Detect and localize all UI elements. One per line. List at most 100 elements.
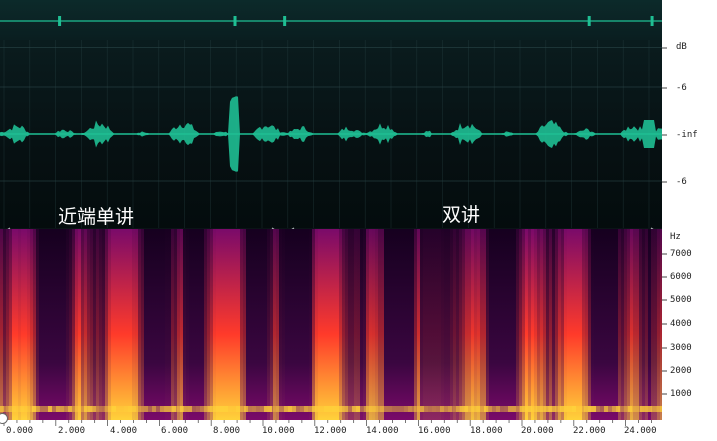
spectro-column xyxy=(222,229,225,420)
spectro-formant xyxy=(504,406,508,412)
spectro-formant xyxy=(152,406,156,412)
time-label: 10.000 xyxy=(262,426,295,436)
spectro-column xyxy=(21,229,24,420)
spectro-formant xyxy=(108,406,112,412)
spectro-formant xyxy=(220,406,224,412)
spectro-formant xyxy=(412,406,416,412)
spectro-column xyxy=(267,229,270,420)
spectro-formant xyxy=(188,406,192,412)
spectro-formant xyxy=(564,406,568,412)
spectro-formant xyxy=(552,406,556,412)
spectro-formant xyxy=(76,406,80,412)
spectro-formant xyxy=(104,406,108,412)
spectro-column xyxy=(630,229,633,420)
spectro-formant xyxy=(240,406,244,412)
spectro-column xyxy=(474,229,477,420)
spectro-formant xyxy=(624,406,628,412)
spectro-column xyxy=(471,229,474,420)
spectro-formant xyxy=(372,406,376,412)
spectro-column xyxy=(651,229,654,420)
overview-peak xyxy=(283,16,287,26)
spectro-formant xyxy=(208,406,212,412)
spectro-column xyxy=(0,229,3,420)
near-end-label: 近端单讲 xyxy=(58,206,135,228)
spectro-formant xyxy=(164,406,168,412)
spectro-formant xyxy=(440,406,444,412)
spectro-column xyxy=(456,229,459,420)
spectro-formant xyxy=(352,406,356,412)
spectro-column xyxy=(429,229,432,420)
spectro-column xyxy=(570,229,573,420)
spectro-column xyxy=(276,229,279,420)
spectro-column xyxy=(36,229,39,420)
spectro-formant xyxy=(408,406,412,412)
spectro-column xyxy=(417,229,420,420)
spectro-formant xyxy=(40,406,44,412)
spectro-formant xyxy=(56,406,60,412)
spectro-formant xyxy=(256,406,260,412)
spectro-formant xyxy=(652,406,656,412)
spectro-column xyxy=(321,229,324,420)
time-label: 4.000 xyxy=(110,426,138,436)
spectro-formant xyxy=(356,406,360,412)
time-ruler[interactable]: 0.000 2.000 4.000 6.000 8.000 10.000 12.… xyxy=(0,420,662,441)
spectro-column xyxy=(231,229,234,420)
spectro-column xyxy=(375,229,378,420)
spectro-column xyxy=(66,229,69,420)
spectro-column xyxy=(96,229,99,420)
waveform-panel[interactable] xyxy=(0,40,662,228)
spectro-column xyxy=(462,229,465,420)
spectro-formant xyxy=(568,406,572,412)
spectro-formant xyxy=(592,406,596,412)
overview-strip[interactable] xyxy=(0,0,662,41)
spectro-formant xyxy=(84,406,88,412)
spectro-formant xyxy=(280,406,284,412)
spectro-formant xyxy=(36,406,40,412)
overview-peak xyxy=(58,16,62,26)
time-label: 24.000 xyxy=(624,426,657,436)
spectro-formant xyxy=(316,406,320,412)
spectro-column xyxy=(483,229,486,420)
spectro-formant xyxy=(68,406,72,412)
spectro-formant xyxy=(232,406,236,412)
spectro-formant xyxy=(24,406,28,412)
spectro-formant xyxy=(360,406,364,412)
spectro-column xyxy=(435,229,438,420)
spectro-formant xyxy=(452,406,456,412)
spectro-formant xyxy=(480,406,484,412)
spectro-formant xyxy=(396,406,400,412)
spectro-column xyxy=(309,229,312,420)
spectro-formant xyxy=(156,406,160,412)
spectro-column xyxy=(234,229,237,420)
spectro-formant xyxy=(72,406,76,412)
spectro-formant xyxy=(632,406,636,412)
spectro-column xyxy=(516,229,519,420)
spectro-column xyxy=(324,229,327,420)
spectro-formant xyxy=(320,406,324,412)
spectro-formant xyxy=(16,406,20,412)
spectro-column xyxy=(117,229,120,420)
spectrogram-panel[interactable] xyxy=(0,229,664,420)
spectro-formant xyxy=(276,406,280,412)
spectro-column xyxy=(270,229,273,420)
spectro-column xyxy=(240,229,243,420)
spectro-formant xyxy=(292,406,296,412)
spectro-formant xyxy=(496,406,500,412)
spectro-formant xyxy=(512,406,516,412)
spectro-formant xyxy=(212,406,216,412)
spectro-formant xyxy=(228,406,232,412)
spectro-column xyxy=(459,229,462,420)
spectro-column xyxy=(573,229,576,420)
spectro-formant xyxy=(312,406,316,412)
spectro-formant xyxy=(332,406,336,412)
spectro-formant xyxy=(248,406,252,412)
spectro-formant xyxy=(52,406,56,412)
spectro-column xyxy=(243,229,246,420)
spectro-formant xyxy=(28,406,32,412)
spectro-formant xyxy=(376,406,380,412)
spectro-column xyxy=(237,229,240,420)
spectro-column xyxy=(111,229,114,420)
vertical-ruler[interactable]: dB -6 -inf -6 Hz 7000 6000 5000 4000 300… xyxy=(662,0,717,420)
spectro-formant xyxy=(144,406,148,412)
spectro-column xyxy=(129,229,132,420)
